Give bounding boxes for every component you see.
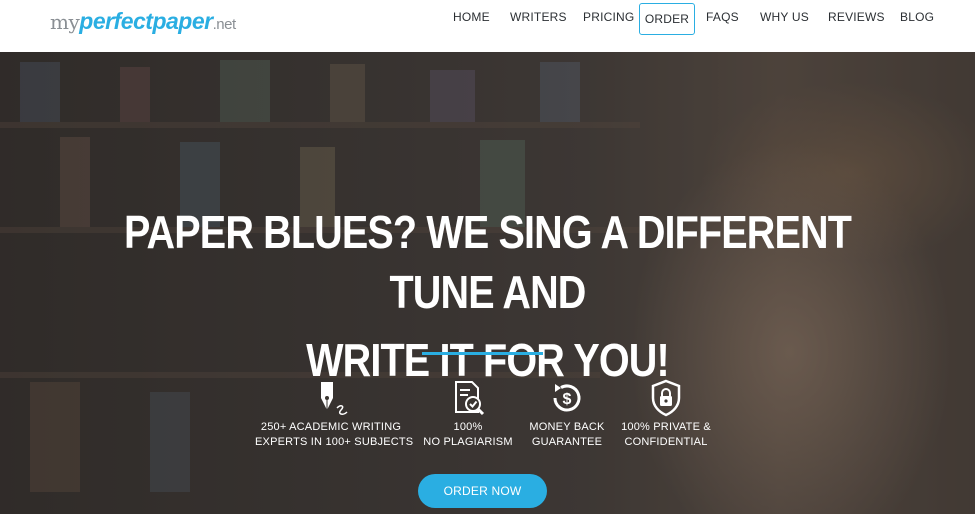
order-now-button[interactable]: ORDER NOW — [418, 474, 547, 508]
nav-writers[interactable]: WRITERS — [510, 3, 567, 35]
feature-no-plagiarism-line2: NO PLAGIARISM — [423, 436, 513, 448]
feature-money-back-line1: MONEY BACK — [529, 421, 605, 433]
nav-blog[interactable]: BLOG — [900, 3, 934, 35]
money-back-icon: $ — [553, 384, 581, 412]
logo-part-net: .net — [212, 16, 237, 33]
feature-no-plagiarism: 100% NO PLAGIARISM — [418, 378, 518, 450]
nav-pricing[interactable]: PRICING — [583, 3, 634, 35]
nav-home[interactable]: HOME — [453, 3, 490, 35]
hero-divider — [422, 352, 543, 355]
document-check-icon — [455, 381, 485, 416]
feature-experts: 250+ ACADEMIC WRITING EXPERTS IN 100+ SU… — [255, 378, 414, 450]
nav-order[interactable]: ORDER — [639, 3, 695, 35]
logo-part-perfectpaper: perfectpaper — [79, 8, 213, 34]
nav-why-us[interactable]: WHY US — [760, 3, 809, 35]
nav-reviews[interactable]: REVIEWS — [828, 3, 885, 35]
feature-no-plagiarism-line1: 100% — [453, 421, 483, 433]
feature-private: 100% PRIVATE & CONFIDENTIAL — [616, 378, 716, 450]
feature-experts-line1: 250+ ACADEMIC WRITING — [260, 421, 402, 433]
shield-lock-icon — [651, 379, 681, 417]
feature-private-line2: CONFIDENTIAL — [624, 436, 708, 448]
nav-faqs[interactable]: FAQS — [706, 3, 739, 35]
svg-text:$: $ — [563, 391, 572, 408]
site-logo[interactable]: myperfectpaper.net — [50, 6, 236, 36]
pen-nib-icon — [321, 382, 348, 415]
logo-part-my: my — [50, 10, 80, 34]
hero-headline: PAPER BLUES? WE SING A DIFFERENT TUNE AN… — [103, 202, 873, 390]
hero-headline-line1: PAPER BLUES? WE SING A DIFFERENT TUNE AN… — [123, 206, 852, 318]
site-header: myperfectpaper.net HOME WRITERS PRICING … — [0, 0, 975, 52]
feature-money-back: $ MONEY BACK GUARANTEE — [522, 378, 612, 450]
feature-money-back-line2: GUARANTEE — [531, 436, 603, 448]
feature-private-line1: 100% PRIVATE & — [621, 421, 711, 433]
feature-experts-line2: EXPERTS IN 100+ SUBJECTS — [255, 436, 414, 448]
hero-section: PAPER BLUES? WE SING A DIFFERENT TUNE AN… — [0, 52, 975, 514]
